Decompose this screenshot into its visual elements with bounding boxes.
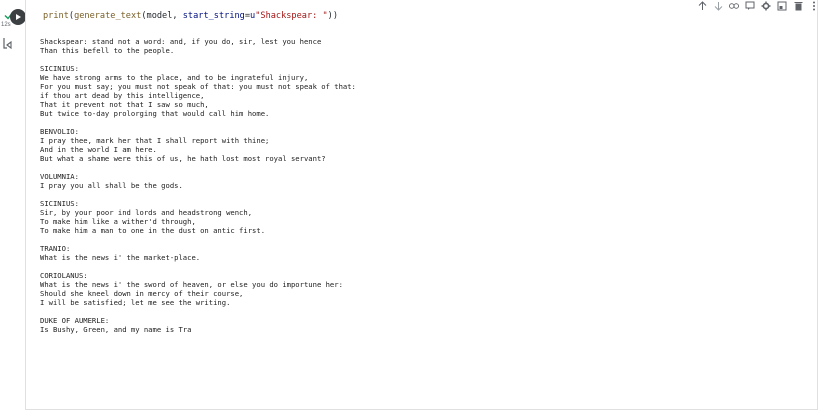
code-cell: 12s print(generate_text(model, start_str…	[0, 0, 825, 417]
output-line: And in the world I am here.	[40, 145, 157, 154]
run-cell-button[interactable]	[10, 9, 26, 25]
output-line: CORIOLANUS:	[40, 271, 88, 280]
output-blank-line	[40, 262, 810, 271]
output-line: To make him like a wither'd through,	[40, 217, 196, 226]
output-line: But twice to-day prolorging that would c…	[40, 109, 270, 118]
output-blank-line	[40, 190, 810, 199]
output-line: if thou art dead by this intelligence,	[40, 91, 205, 100]
cell-gutter: 12s	[0, 0, 25, 417]
output-line: Should she kneel down in mercy of their …	[40, 289, 244, 298]
output-line: That it prevent not that I saw so much,	[40, 100, 209, 109]
output-line: SICINIUS:	[40, 199, 79, 208]
output-blank-line	[40, 118, 810, 127]
output-line: Shackspear: stand not a word: and, if yo…	[40, 37, 322, 46]
output-line: TRANIO:	[40, 244, 71, 253]
output-line: BENVOLIO:	[40, 127, 79, 136]
execution-time: 12s	[1, 22, 11, 28]
output-line: SICINIUS:	[40, 64, 79, 73]
output-line: What is the news i' the market-place.	[40, 253, 201, 262]
output-blank-line	[40, 163, 810, 172]
output-line: For you must say; you must not speak of …	[40, 82, 356, 91]
output-line: I pray you all shall be the gods.	[40, 181, 183, 190]
cell-output: Shackspear: stand not a word: and, if yo…	[40, 37, 810, 334]
output-blank-line	[40, 307, 810, 316]
output-line: VOLUMNIA:	[40, 172, 79, 181]
play-icon	[16, 14, 21, 20]
output-line: But what a shame were this of us, he hat…	[40, 154, 326, 163]
output-line: Sir, by your poor ind lords and headstro…	[40, 208, 253, 217]
output-blank-line	[40, 235, 810, 244]
output-line: I pray thee, mark her that I shall repor…	[40, 136, 270, 145]
output-line: What is the news i' the sword of heaven,…	[40, 280, 343, 289]
output-line: To make him a man to one in the dust on …	[40, 226, 266, 235]
output-blank-line	[40, 55, 810, 64]
output-line: Is Bushy, Green, and my name is Tra	[40, 325, 192, 334]
output-line: Than this befell to the people.	[40, 46, 175, 55]
output-toggle-icon[interactable]	[2, 36, 16, 50]
output-line: We have strong arms to the place, and to…	[40, 73, 309, 82]
output-line: DUKE OF AUMERLE:	[40, 316, 110, 325]
output-line: I will be satisfied; let me see the writ…	[40, 298, 231, 307]
